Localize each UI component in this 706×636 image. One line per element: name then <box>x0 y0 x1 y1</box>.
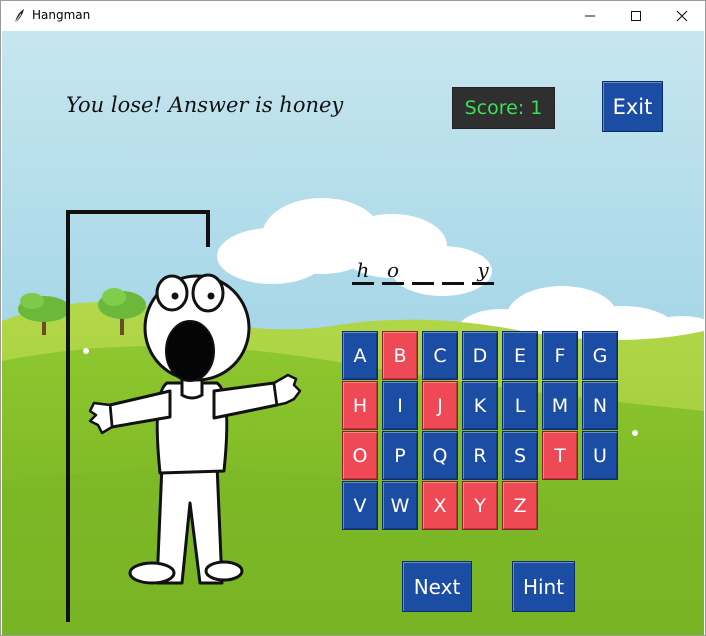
letter-key-z[interactable]: Z <box>502 481 538 530</box>
letter-key-a[interactable]: A <box>342 331 378 380</box>
hangman-figure <box>88 273 302 585</box>
letter-key-b[interactable]: B <box>382 331 418 380</box>
letter-key-e[interactable]: E <box>502 331 538 380</box>
word-letter-slot <box>442 259 464 285</box>
letter-key-f[interactable]: F <box>542 331 578 380</box>
minimize-icon <box>585 15 595 17</box>
game-canvas: You lose! Answer is honey Score: 1 Exit … <box>2 31 704 635</box>
letter-key-o[interactable]: O <box>342 431 378 480</box>
maximize-button[interactable] <box>613 1 659 31</box>
letter-key-s[interactable]: S <box>502 431 538 480</box>
exit-button[interactable]: Exit <box>602 81 663 132</box>
letter-key-l[interactable]: L <box>502 381 538 430</box>
letter-key-m[interactable]: M <box>542 381 578 430</box>
letter-key-g[interactable]: G <box>582 331 618 380</box>
letter-key-r[interactable]: R <box>462 431 498 480</box>
score-display: Score: 1 <box>452 87 555 129</box>
letter-key-k[interactable]: K <box>462 381 498 430</box>
letter-key-v[interactable]: V <box>342 481 378 530</box>
letter-key-h[interactable]: H <box>342 381 378 430</box>
feather-icon <box>14 9 24 24</box>
letter-key-d[interactable]: D <box>462 331 498 380</box>
maximize-icon <box>631 11 641 21</box>
minimize-button[interactable] <box>567 1 613 31</box>
hint-button[interactable]: Hint <box>512 561 575 612</box>
word-letter-slot: y <box>472 259 494 285</box>
next-button[interactable]: Next <box>402 561 472 612</box>
letter-key-w[interactable]: W <box>382 481 418 530</box>
letter-key-i[interactable]: I <box>382 381 418 430</box>
game-status-message: You lose! Answer is honey <box>66 93 344 117</box>
letter-key-q[interactable]: Q <box>422 431 458 480</box>
close-icon <box>676 10 688 22</box>
app-window: Hangman You lose! Answer is honey Score:… <box>0 0 706 636</box>
letter-key-n[interactable]: N <box>582 381 618 430</box>
word-letter-slot: h <box>352 259 374 285</box>
close-button[interactable] <box>659 1 705 31</box>
window-title: Hangman <box>32 8 91 22</box>
letter-keyboard: ABCDEFG HIJKLMN OPQRSTU VWXYZ <box>342 331 622 531</box>
word-letter-slot: o <box>382 259 404 285</box>
letter-key-j[interactable]: J <box>422 381 458 430</box>
letter-key-t[interactable]: T <box>542 431 578 480</box>
title-bar[interactable]: Hangman <box>1 1 705 31</box>
word-letter-slot <box>412 259 434 285</box>
letter-key-p[interactable]: P <box>382 431 418 480</box>
letter-key-x[interactable]: X <box>422 481 458 530</box>
letter-key-u[interactable]: U <box>582 431 618 480</box>
letter-key-y[interactable]: Y <box>462 481 498 530</box>
letter-key-c[interactable]: C <box>422 331 458 380</box>
